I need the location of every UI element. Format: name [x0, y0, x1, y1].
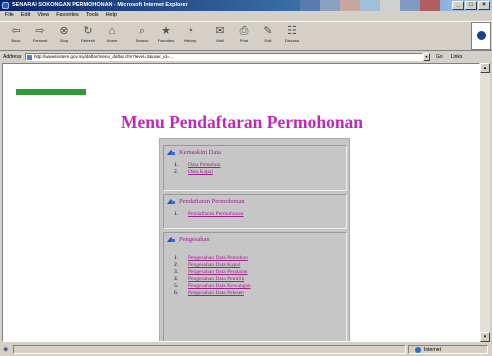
- stop-button[interactable]: ⊗ Stop: [52, 22, 76, 50]
- forward-button[interactable]: ⇨ Forward: [28, 22, 52, 50]
- favorites-button[interactable]: ★ Favorites: [154, 22, 178, 50]
- mail-button[interactable]: ✉ Mail: [208, 22, 232, 50]
- ie-icon: [2, 2, 9, 9]
- section-title: Pengesahan: [179, 235, 210, 243]
- section-title: Pendaftaran Permohonan: [179, 197, 245, 205]
- list-item: 4. Pengesahan Data Pemilik: [174, 276, 245, 283]
- refresh-button[interactable]: ↻ Refresh: [76, 22, 100, 50]
- address-input[interactable]: http://www/sistem.gov.my/daftar/menu_daf…: [25, 53, 423, 61]
- menu-help[interactable]: Help: [106, 11, 117, 20]
- list-item: 1. Pengesahan Data Pemohon: [174, 255, 248, 262]
- section-title: Kemaskini Data: [179, 148, 222, 156]
- history-icon: ◔: [186, 25, 194, 37]
- close-button[interactable]: ×: [478, 1, 490, 10]
- discuss-icon: ☷: [287, 25, 297, 37]
- security-zone: Internet: [408, 345, 488, 354]
- menu-bar: File Edit View Favorites Tools Help: [0, 11, 492, 20]
- discuss-button[interactable]: ☷ Discuss: [280, 22, 304, 50]
- search-icon: ⌕: [138, 25, 146, 37]
- window-title: SENARAI SOKONGAN PERMOHONAN - Microsoft …: [12, 2, 188, 8]
- bullet-arrow-icon: [167, 149, 176, 156]
- forward-arrow-icon: ⇨: [35, 25, 45, 37]
- menu-table: Kemaskini Data 1. Data Pemohon 2. Data Kap…: [159, 138, 350, 341]
- list-item: 2. Pengesahan Data Kapal: [174, 262, 241, 269]
- page-viewport: Menu Pendaftaran Permohonan Kemaskini Da…: [2, 63, 480, 342]
- search-button[interactable]: ⌕ Search: [130, 22, 154, 50]
- link-pengesahan-5[interactable]: Pengesahan Data Kewangan: [188, 283, 251, 290]
- address-label: Address: [3, 54, 22, 60]
- menu-file[interactable]: File: [5, 11, 14, 20]
- refresh-icon: ↻: [83, 25, 93, 37]
- title-bar: SENARAI SOKONGAN PERMOHONAN - Microsoft …: [0, 0, 492, 11]
- page-title: Menu Pendaftaran Permohonan: [120, 112, 364, 132]
- home-icon: ⌂: [108, 25, 116, 37]
- page-icon: [27, 55, 32, 60]
- stop-icon: ⊗: [59, 25, 69, 37]
- title-decoration: [300, 0, 440, 11]
- menu-tools[interactable]: Tools: [86, 11, 99, 20]
- list-item: 1. Pendaftaran Permohonan: [174, 211, 244, 218]
- edit-button[interactable]: ✎ Edit: [256, 22, 280, 50]
- print-button[interactable]: ⎙ Print: [232, 22, 256, 50]
- bullet-arrow-icon: [167, 198, 176, 205]
- address-dropdown-button[interactable]: ▾: [423, 53, 430, 61]
- globe-icon: [415, 346, 421, 353]
- favorites-icon: ★: [161, 25, 171, 37]
- link-data-pemohon[interactable]: Data Pemohon: [188, 162, 221, 169]
- section-pendaftaran: Pendaftaran Permohonan 1. Pendaftaran Per…: [163, 194, 347, 229]
- browser-window: SENARAI SOKONGAN PERMOHONAN - Microsoft …: [0, 0, 492, 356]
- done-icon: ◈: [3, 345, 9, 353]
- vertical-scrollbar[interactable]: ▴ ▾: [480, 63, 490, 342]
- link-data-kapal[interactable]: Data Kapal: [188, 169, 213, 176]
- link-pengesahan-3[interactable]: Pengesahan Data Peralatan: [188, 269, 248, 276]
- list-item: 1. Data Pemohon: [174, 162, 221, 169]
- link-pengesahan-1[interactable]: Pengesahan Data Pemohon: [188, 255, 248, 262]
- edit-icon: ✎: [263, 25, 273, 37]
- ie-throbber-icon: [471, 22, 491, 50]
- minimize-button[interactable]: _: [452, 1, 464, 10]
- back-button[interactable]: ⇦ Back: [4, 22, 28, 50]
- menu-favorites[interactable]: Favorites: [56, 11, 79, 20]
- link-pengesahan-2[interactable]: Pengesahan Data Kapal: [188, 262, 240, 269]
- status-text: [13, 345, 406, 354]
- maximize-button[interactable]: □: [465, 1, 477, 10]
- go-button[interactable]: Go: [436, 54, 443, 60]
- toolbar: ⇦ Back ⇨ Forward ⊗ Stop ↻ Refresh ⌂ Home ⌕ Sea…: [0, 21, 492, 51]
- bullet-arrow-icon: [167, 236, 176, 243]
- address-bar: Address http://www/sistem.gov.my/daftar/…: [0, 52, 492, 62]
- address-url: http://www/sistem.gov.my/daftar/menu_daf…: [34, 54, 174, 59]
- link-pengesahan-6[interactable]: Pengesahan Data Pelesen: [188, 290, 244, 297]
- menu-edit[interactable]: Edit: [21, 11, 30, 20]
- section-pengesahan: Pengesahan 1. Pengesahan Data Pemohon 2. P…: [163, 232, 347, 341]
- scroll-down-button[interactable]: ▾: [480, 332, 490, 342]
- menu-view[interactable]: View: [37, 11, 49, 20]
- back-arrow-icon: ⇦: [11, 25, 21, 37]
- home-button[interactable]: ⌂ Home: [100, 22, 124, 50]
- status-badge: [16, 89, 86, 95]
- status-bar: ◈ Internet: [0, 343, 492, 356]
- list-item: 6. Pengesahan Data Pelesen: [174, 290, 244, 297]
- link-pengesahan-4[interactable]: Pengesahan Data Pemilik: [188, 276, 244, 283]
- mail-icon: ✉: [215, 25, 225, 37]
- history-button[interactable]: ◔ History: [178, 22, 202, 50]
- list-item: 3. Pengesahan Data Peralatan: [174, 269, 248, 276]
- list-item: 5. Pengesahan Data Kewangan: [174, 283, 251, 290]
- zone-label: Internet: [424, 346, 441, 353]
- link-pendaftaran-permohonan[interactable]: Pendaftaran Permohonan: [188, 211, 243, 218]
- section-kemaskini: Kemaskini Data 1. Data Pemohon 2. Data Kap…: [163, 145, 347, 191]
- print-icon: ⎙: [239, 25, 249, 37]
- scroll-up-button[interactable]: ▴: [480, 63, 490, 73]
- links-button[interactable]: Links: [451, 54, 463, 60]
- list-item: 2. Data Kapal: [174, 169, 213, 176]
